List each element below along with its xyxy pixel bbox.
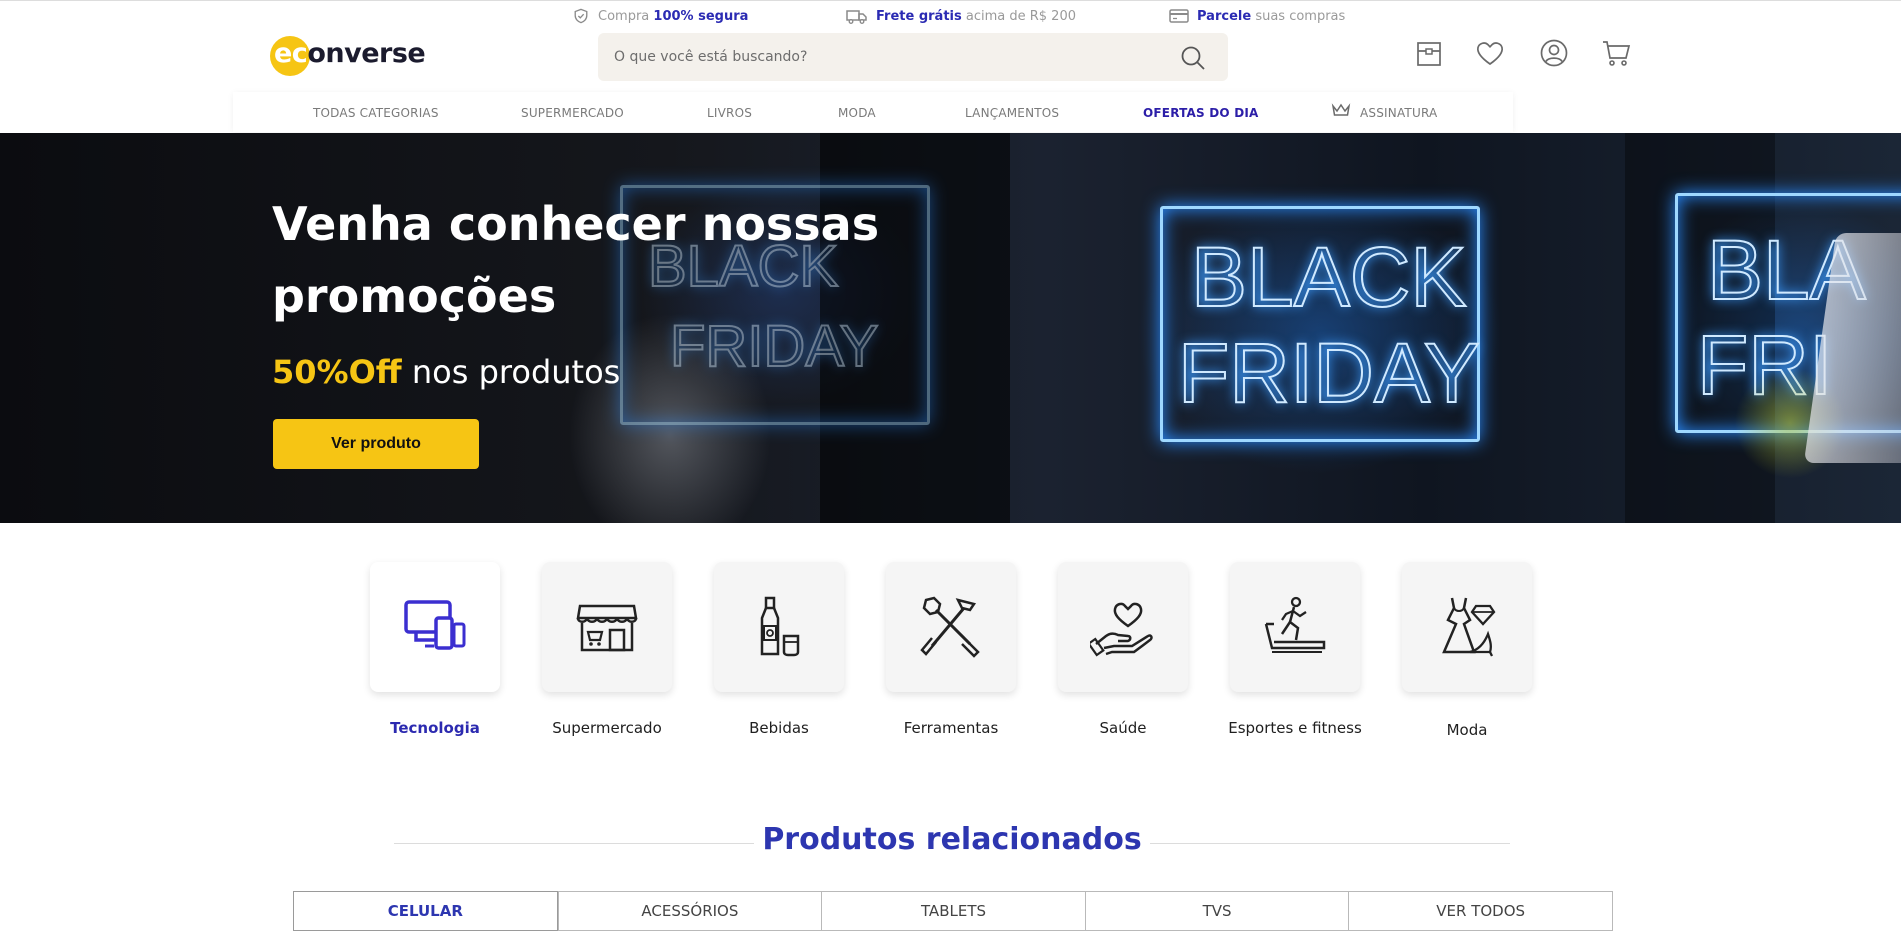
category-label: Bebidas	[749, 719, 809, 737]
related-products-tabs: CELULAR ACESSÓRIOS TABLETS TVS VER TODOS	[293, 891, 1613, 931]
nav-item-todas-categorias[interactable]: TODAS CATEGORIAS	[313, 106, 439, 120]
heart-hand-icon	[1090, 602, 1153, 657]
heart-icon[interactable]	[1475, 38, 1505, 68]
devices-icon	[404, 600, 466, 650]
truck-icon	[846, 10, 867, 24]
nav-item-livros[interactable]: LIVROS	[707, 106, 752, 120]
category-label: Esportes e fitness	[1228, 719, 1362, 737]
tab-tablets[interactable]: TABLETS	[821, 891, 1085, 931]
category-tile	[1402, 562, 1532, 692]
logo[interactable]: econverse	[270, 34, 426, 78]
divider-line	[1150, 843, 1510, 844]
hero-subtitle-rest: nos produtos	[401, 353, 621, 391]
category-tile	[714, 562, 844, 692]
category-tile	[886, 562, 1016, 692]
hero-subtitle: 50%Off nos produtos	[272, 353, 620, 391]
category-label: Saúde	[1099, 719, 1147, 737]
installments-bold: Parcele	[1197, 8, 1252, 24]
tab-acessorios[interactable]: ACESSÓRIOS	[557, 891, 822, 931]
neon-text-center: BLACK	[1190, 230, 1467, 324]
dress-icon	[1442, 597, 1496, 657]
user-icon[interactable]	[1539, 38, 1569, 68]
tab-celular[interactable]: CELULAR	[293, 891, 558, 931]
nav-item-moda[interactable]: MODA	[838, 106, 876, 120]
tools-icon	[920, 596, 980, 658]
hero-title: Venha conhecer nossas promoções	[272, 197, 880, 323]
nav-item-assinatura[interactable]: ASSINATURA	[1360, 106, 1437, 120]
category-label: Ferramentas	[903, 719, 999, 737]
category-tile	[1230, 562, 1360, 692]
tab-tvs[interactable]: TVS	[1084, 891, 1349, 931]
logo-ec: ec	[274, 38, 308, 69]
tab-ver-todos[interactable]: VER TODOS	[1348, 891, 1613, 931]
nav-item-ofertas-do-dia[interactable]: OFERTAS DO DIA	[1143, 106, 1259, 120]
category-label: Supermercado	[552, 719, 662, 737]
secure-prefix: Compra	[598, 8, 650, 24]
shield-check-icon	[574, 8, 588, 24]
search-icon[interactable]	[1180, 45, 1206, 71]
installments-info: Parcele suas compras	[1169, 8, 1345, 24]
main-nav: TODAS CATEGORIAS SUPERMERCADO LIVROS MOD…	[233, 92, 1513, 132]
category-saude[interactable]: Saúde	[1058, 562, 1188, 737]
bottle-icon	[760, 596, 800, 657]
cart-icon[interactable]	[1601, 38, 1631, 68]
neon-text-center: FRIDAY	[1177, 326, 1481, 420]
category-supermercado[interactable]: Supermercado	[542, 562, 672, 737]
installments-suffix: suas compras	[1255, 8, 1346, 24]
category-moda[interactable]: Moda	[1402, 562, 1532, 739]
shipping-suffix: acima de R$ 200	[965, 8, 1076, 24]
secure-purchase-info: Compra 100% segura	[572, 8, 748, 24]
category-bebidas[interactable]: Bebidas	[714, 562, 844, 737]
logo-text: econverse	[274, 38, 426, 69]
search-bar	[598, 33, 1228, 81]
free-shipping-info: Frete grátis acima de R$ 200	[846, 8, 1076, 24]
category-esportes-e-fitness[interactable]: Esportes e fitness	[1228, 562, 1362, 737]
nav-item-supermercado[interactable]: SUPERMERCADO	[521, 106, 624, 120]
treadmill-icon	[1264, 596, 1326, 653]
credit-card-icon	[1169, 9, 1189, 23]
secure-bold: 100% segura	[653, 8, 749, 24]
category-tile	[370, 562, 500, 692]
storefront-icon	[576, 604, 638, 652]
category-tile	[1058, 562, 1188, 692]
top-info-bar: Compra 100% segura Frete grátis acima de…	[0, 0, 1901, 30]
logo-rest: onverse	[307, 38, 426, 69]
category-tile	[542, 562, 672, 692]
category-ferramentas[interactable]: Ferramentas	[886, 562, 1016, 737]
hero-discount: 50%Off	[272, 353, 402, 391]
divider-line	[394, 843, 754, 844]
category-label: Tecnologia	[390, 719, 480, 737]
crown-icon	[1331, 103, 1351, 116]
store-icon[interactable]	[1414, 38, 1444, 68]
search-input[interactable]	[614, 33, 1174, 81]
nav-item-lancamentos[interactable]: LANÇAMENTOS	[965, 106, 1059, 120]
ver-produto-button[interactable]: Ver produto	[273, 419, 479, 469]
category-tecnologia[interactable]: Tecnologia	[370, 562, 500, 737]
related-products-title: Produtos relacionados	[762, 822, 1142, 857]
category-label: Moda	[1446, 721, 1488, 739]
shipping-bold: Frete grátis	[876, 8, 962, 24]
